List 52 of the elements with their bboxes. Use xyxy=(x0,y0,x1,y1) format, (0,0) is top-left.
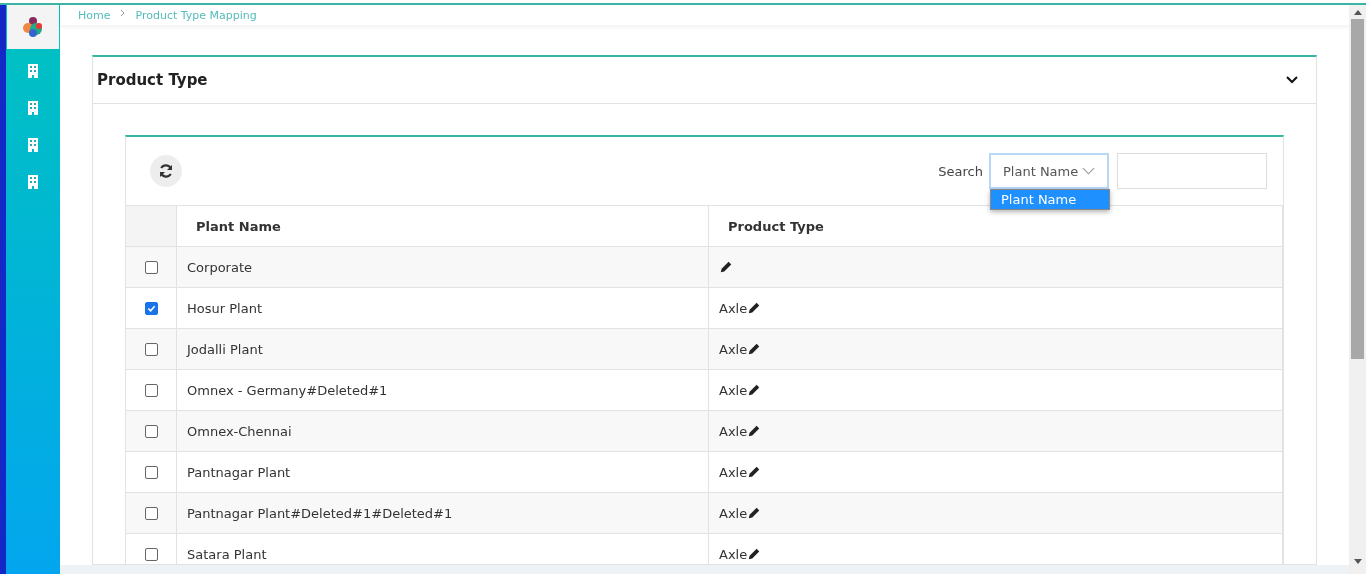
row-checkbox[interactable] xyxy=(144,506,158,520)
table-cell: Axle xyxy=(719,382,748,398)
pencil-icon[interactable] xyxy=(747,301,762,315)
column-header: Plant Name xyxy=(177,206,709,246)
refresh-button[interactable] xyxy=(150,155,182,187)
logo-icon[interactable] xyxy=(21,15,45,39)
table-cell: Pantnagar Plant xyxy=(187,464,291,480)
table-cell: Omnex - Germany#Deleted#1 xyxy=(187,382,388,398)
dropdown-option[interactable]: Plant Name xyxy=(990,189,1110,210)
caret-icon xyxy=(1082,167,1095,175)
table-cell: Axle xyxy=(719,423,748,439)
column-header: Product Type xyxy=(709,206,1283,246)
table-cell: Pantnagar Plant#Deleted#1#Deleted#1 xyxy=(187,505,453,521)
scrollbar[interactable] xyxy=(1349,5,1366,574)
row-checkbox[interactable] xyxy=(144,342,158,356)
scroll-up-icon[interactable] xyxy=(1353,10,1362,15)
building-icon[interactable] xyxy=(27,64,39,78)
breadcrumb-link[interactable]: Product Type Mapping xyxy=(135,8,257,22)
row-checkbox[interactable] xyxy=(144,383,158,397)
search-label: Search xyxy=(938,163,983,179)
pencil-icon[interactable] xyxy=(747,506,762,520)
row-checkbox[interactable] xyxy=(144,547,158,561)
pencil-icon[interactable] xyxy=(747,424,762,438)
pencil-icon[interactable] xyxy=(747,383,762,397)
table-cell: Satara Plant xyxy=(187,546,267,562)
building-icon[interactable] xyxy=(27,175,39,189)
search-input[interactable] xyxy=(1117,153,1267,189)
row-checkbox[interactable] xyxy=(144,465,158,479)
table-cell: Jodalli Plant xyxy=(187,341,263,357)
breadcrumb-link[interactable]: Home xyxy=(78,8,111,22)
chevron-down-icon[interactable] xyxy=(1286,76,1298,84)
table-cell: Omnex-Chennai xyxy=(187,423,292,439)
table-cell: Hosur Plant xyxy=(187,300,262,316)
table-cell: Axle xyxy=(719,300,748,316)
table-cell: Axle xyxy=(719,341,748,357)
table-cell: Axle xyxy=(719,546,748,562)
pencil-icon[interactable] xyxy=(719,260,733,274)
card-title: Product Type xyxy=(97,71,208,89)
building-icon[interactable] xyxy=(27,101,39,115)
table-cell: Axle xyxy=(719,464,748,480)
building-icon[interactable] xyxy=(27,138,39,152)
row-checkbox[interactable] xyxy=(144,424,158,438)
row-checkbox[interactable] xyxy=(144,301,158,315)
table-cell: Axle xyxy=(719,505,748,521)
pencil-icon[interactable] xyxy=(747,342,762,356)
pencil-icon[interactable] xyxy=(747,547,762,561)
pencil-icon[interactable] xyxy=(747,465,762,479)
table-cell: Corporate xyxy=(187,259,252,275)
refresh-icon xyxy=(158,163,174,179)
search-field-dropdown[interactable]: Plant Name xyxy=(989,153,1109,189)
scroll-down-icon[interactable] xyxy=(1353,559,1362,564)
row-checkbox[interactable] xyxy=(144,260,158,274)
